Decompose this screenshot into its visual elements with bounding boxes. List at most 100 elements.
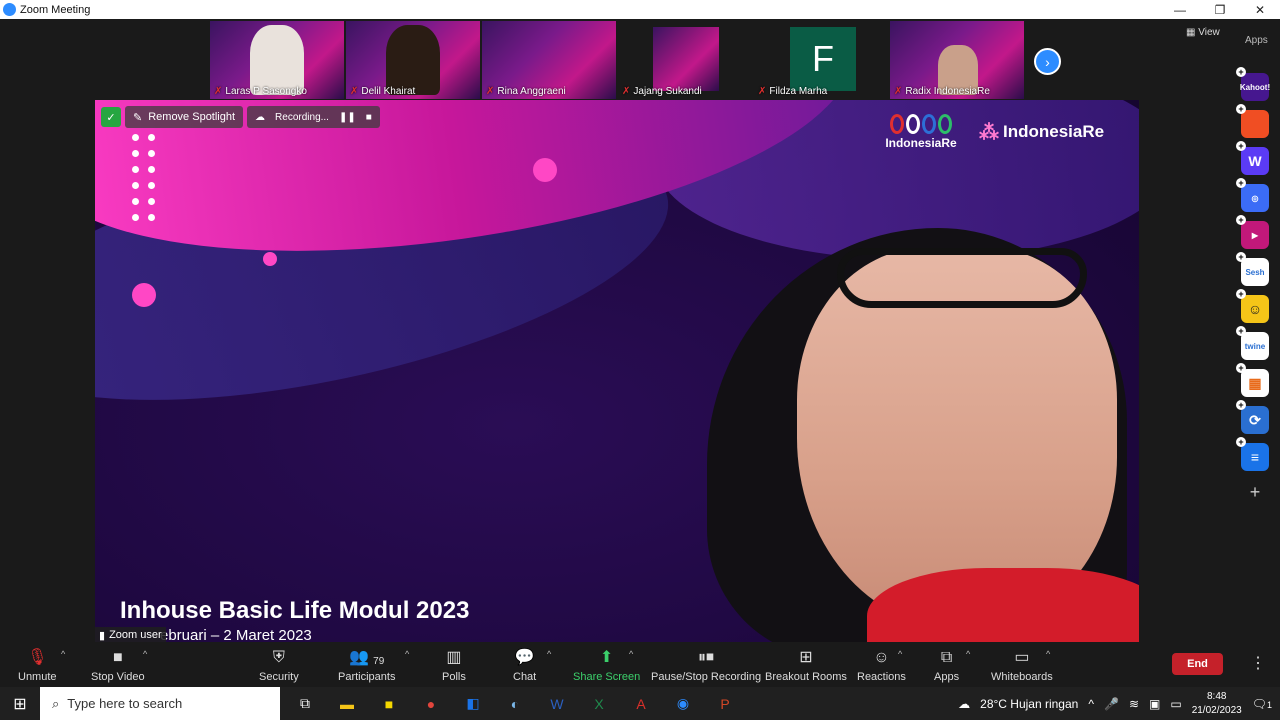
more-options-icon[interactable]: ⋮ — [1250, 653, 1266, 673]
whiteboard-icon: ▭ — [1014, 649, 1030, 666]
participant-tile[interactable]: ✗ Delil Khairat — [346, 21, 480, 99]
participant-tile[interactable]: ✗ Jajang Sukandi — [618, 21, 752, 99]
video-options-chevron-icon[interactable]: ^ — [143, 649, 147, 659]
file-explorer-icon[interactable]: ▬ — [328, 687, 366, 720]
search-placeholder: Type here to search — [67, 696, 183, 711]
participant-tile[interactable]: F ✗ Fildza Marha — [754, 21, 888, 99]
wifi-icon[interactable]: ≋ — [1129, 697, 1139, 711]
notification-icon[interactable]: 🗨1 — [1252, 697, 1272, 711]
view-button[interactable]: ▦ View — [1186, 27, 1220, 38]
sticky-notes-icon[interactable]: ■ — [370, 687, 408, 720]
taskbar-search-box[interactable]: ⌕ Type here to search — [40, 687, 280, 720]
mic-muted-icon: 🎙 — [27, 649, 48, 666]
participant-strip: ✗ Laras P Sasongko ✗ Delil Khairat ✗ Rina A… — [210, 21, 1024, 99]
reactions-options-chevron-icon[interactable]: ^ — [898, 649, 902, 659]
sync-app-icon[interactable]: + ⟳ — [1236, 400, 1269, 434]
share-screen-icon: ⬆ — [599, 649, 614, 666]
remove-spotlight-button[interactable]: ✎ Remove Spotlight — [125, 106, 244, 128]
participant-name: Laras P Sasongko — [225, 86, 307, 97]
pause-recording-button[interactable]: ❚❚ — [339, 112, 356, 123]
whiteboards-options-chevron-icon[interactable]: ^ — [1046, 649, 1050, 659]
windows-start-icon[interactable]: ⊞ — [0, 687, 40, 720]
slide-caption-subtitle: ebruari – 2 Maret 2023 — [160, 627, 312, 642]
security-button[interactable]: ⛨ Security — [259, 643, 299, 683]
add-app-icon[interactable]: + — [1241, 480, 1269, 504]
cloud-recording-icon: ☁ — [255, 111, 266, 123]
apps-button[interactable]: ⧉ Apps — [934, 643, 959, 683]
minimize-button[interactable]: — — [1160, 0, 1200, 19]
view-label: View — [1198, 27, 1220, 38]
background-dot — [132, 283, 156, 307]
participants-options-chevron-icon[interactable]: ^ — [405, 649, 409, 659]
signal-bars-icon: ▮ — [99, 629, 106, 642]
stop-recording-button[interactable]: ■ — [366, 112, 372, 123]
end-meeting-button[interactable]: End — [1172, 653, 1223, 675]
zoom-taskbar-icon[interactable]: ◉ — [664, 687, 702, 720]
participant-name: Delil Khairat — [361, 86, 416, 97]
participant-tile[interactable]: ✗ Rina Anggraeni — [482, 21, 616, 99]
next-page-arrow-icon[interactable]: › — [1034, 48, 1061, 75]
unmute-button[interactable]: 🎙 Unmute — [18, 643, 57, 683]
breakout-rooms-button[interactable]: ⊞ Breakout Rooms — [765, 643, 847, 683]
microphone-icon[interactable]: 🎤 — [1104, 697, 1119, 711]
weather-text[interactable]: 28°C Hujan ringan — [980, 697, 1078, 711]
display-icon[interactable]: ▣ — [1149, 697, 1160, 711]
chat-bubble-icon: 💬 — [514, 649, 535, 666]
glasses — [837, 248, 1087, 308]
participant-name: Rina Anggraeni — [497, 86, 566, 97]
clock[interactable]: 8:48 21/02/2023 — [1192, 690, 1242, 718]
video-app-icon[interactable]: + ▶ — [1236, 215, 1269, 249]
wooclap-app-icon[interactable]: + W — [1236, 141, 1269, 175]
participants-icon: 👥 79 — [349, 649, 385, 667]
zoom-logo-icon — [3, 3, 16, 16]
chrome-icon[interactable]: ● — [412, 687, 450, 720]
background-dot — [533, 158, 557, 182]
spotlight-video: IndonesiaRe ⁂ IndonesiaRe ✓ ✎ Remove Spot… — [95, 100, 1139, 642]
system-tray: ☁ 28°C Hujan ringan ^ 🎤 ≋ ▣ ▭ 8:48 21/02… — [958, 687, 1280, 720]
mic-muted-icon: ✗ — [350, 86, 359, 97]
apps-options-chevron-icon[interactable]: ^ — [966, 649, 970, 659]
task-view-icon[interactable]: ⧉ — [286, 687, 324, 720]
chat-button[interactable]: 💬 Chat — [513, 643, 536, 683]
browser-icon[interactable]: ◐ — [496, 687, 534, 720]
stop-video-button[interactable]: ■ Stop Video — [91, 643, 145, 683]
participant-tile[interactable]: ✗ Radix IndonesiaRe — [890, 21, 1024, 99]
participants-button[interactable]: 👥 79 Participants — [338, 643, 395, 683]
windows-taskbar: ⊞ ⌕ Type here to search ⧉ ▬ ■ ● ◧ ◐ W X … — [0, 687, 1280, 720]
apps-sidebar: + Kahoot! + + W + ◎ + ▶ + Sesh + ☺ + twine + ▦ +… — [1236, 67, 1270, 504]
chat-options-chevron-icon[interactable]: ^ — [547, 649, 551, 659]
brand-logos: IndonesiaRe ⁂ IndonesiaRe — [871, 106, 1129, 158]
share-options-chevron-icon[interactable]: ^ — [629, 649, 633, 659]
whiteboards-button[interactable]: ▭ Whiteboards — [991, 643, 1053, 683]
presenter-video — [707, 228, 1139, 642]
battery-icon[interactable]: ▭ — [1170, 697, 1181, 711]
acrobat-icon[interactable]: A — [622, 687, 660, 720]
twine-app-icon[interactable]: + twine — [1236, 326, 1269, 360]
word-icon[interactable]: W — [538, 687, 576, 720]
kahoot-app-icon[interactable]: + Kahoot! — [1236, 67, 1270, 101]
spotlight-controls: ✓ ✎ Remove Spotlight ☁ Recording... ❚❚ ■ — [101, 106, 380, 128]
chevron-up-icon[interactable]: ^ — [1088, 697, 1094, 711]
close-button[interactable]: ✕ — [1240, 0, 1280, 19]
restore-button[interactable]: ❐ — [1200, 0, 1240, 19]
polls-button[interactable]: ▥ Polls — [442, 643, 466, 683]
grid-app-icon[interactable]: + ▦ — [1236, 363, 1269, 397]
mic-muted-icon: ✗ — [622, 86, 631, 97]
smiley-app-icon[interactable]: + ☺ — [1236, 289, 1269, 323]
participant-video — [653, 27, 719, 91]
excel-icon[interactable]: X — [580, 687, 618, 720]
stack-app-icon[interactable]: + ≡ — [1236, 437, 1269, 471]
participant-video — [250, 25, 304, 95]
sesh-app-icon[interactable]: + Sesh — [1236, 252, 1269, 286]
weather-icon[interactable]: ☁ — [958, 697, 970, 711]
powerpoint-icon[interactable]: P — [706, 687, 744, 720]
outlook-icon[interactable]: ◧ — [454, 687, 492, 720]
window-controls: — ❐ ✕ — [1160, 0, 1280, 19]
participant-tile[interactable]: ✗ Laras P Sasongko — [210, 21, 344, 99]
audio-options-chevron-icon[interactable]: ^ — [61, 649, 65, 659]
mic-muted-icon: ✗ — [758, 86, 767, 97]
ring-app-icon[interactable]: + ◎ — [1236, 178, 1269, 212]
taskbar-apps: ⧉ ▬ ■ ● ◧ ◐ W X A ◉ P — [286, 687, 744, 720]
orange-app-icon[interactable]: + — [1236, 104, 1269, 138]
pause-stop-recording-button[interactable]: ⏸⏹ Pause/Stop Recording — [651, 643, 761, 683]
